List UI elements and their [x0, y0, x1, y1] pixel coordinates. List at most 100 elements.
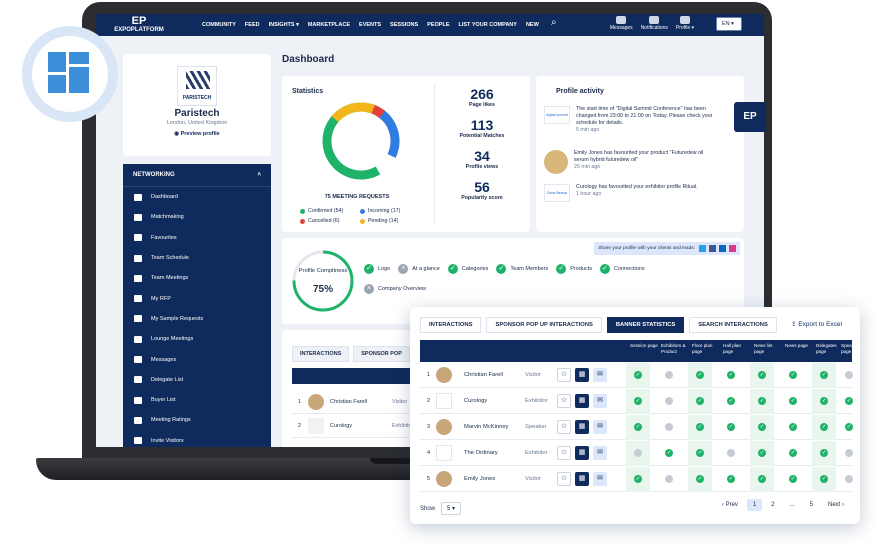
row-role: Visitor [525, 372, 542, 378]
company-logo [436, 445, 452, 461]
favourite-star-icon[interactable]: ☆ [557, 368, 571, 382]
nav-item[interactable]: PEOPLE [427, 22, 449, 28]
check-icon: ✓ [600, 264, 611, 274]
column-header: News page [785, 343, 808, 348]
message-icon[interactable]: ✉ [593, 394, 607, 408]
sidebar-item-label: Dashboard [151, 194, 178, 201]
instagram-icon[interactable] [729, 245, 736, 252]
ep-badge[interactable]: EP [734, 102, 766, 132]
sidebar-item-label: Invite Visitors [151, 437, 184, 444]
expoplatform-logo[interactable]: EP EXPOPLATFORM [96, 14, 182, 36]
sidebar-item[interactable]: Messages [123, 349, 271, 369]
bell-icon [649, 16, 660, 24]
pagination-item[interactable]: 1 [746, 499, 763, 511]
pagination-item[interactable]: Next › [822, 499, 850, 511]
calendar-icon[interactable]: ▦ [575, 472, 589, 486]
row-name[interactable]: Marvin McKinney [464, 424, 508, 430]
messages-icon [616, 16, 627, 24]
sidebar-section-header[interactable]: NETWORKING ˄ [123, 164, 271, 187]
activity-item[interactable]: Emily Jones has favourited your product … [544, 150, 714, 174]
message-icon[interactable]: ✉ [593, 368, 607, 382]
activity-item[interactable]: digital summit The start time of "Digital… [544, 106, 714, 133]
calendar-icon[interactable]: ▦ [575, 368, 589, 382]
preview-profile-link[interactable]: ◉ Preview profile [123, 131, 271, 137]
sidebar-item[interactable]: Team Meetings [123, 268, 271, 288]
sidebar-item[interactable]: Invite Visitors [123, 431, 271, 447]
pagination-item[interactable]: 2 [765, 499, 780, 511]
nav-icon-0[interactable]: Messages [610, 16, 633, 31]
bg-tab[interactable]: INTERACTIONS [292, 346, 350, 362]
checklist-label: Team Members [510, 266, 549, 272]
panel-tab[interactable]: SEARCH INTERACTIONS [689, 317, 777, 333]
nav-item[interactable]: SESSIONS [390, 22, 418, 28]
row-name: Curology [330, 423, 353, 429]
checklist-label: Connections [614, 266, 645, 272]
nav-item[interactable]: LIST YOUR COMPANY [458, 22, 516, 28]
activity-text: The start time of "Digital Summit Confer… [576, 106, 713, 126]
check-icon: ✓ [758, 423, 766, 431]
sidebar-item[interactable]: Team Schedule [123, 248, 271, 268]
search-icon[interactable]: ⌕ [551, 17, 557, 28]
stat-label: Page likes [469, 102, 495, 108]
message-icon[interactable]: ✉ [593, 420, 607, 434]
sidebar-item[interactable]: My RFP [123, 288, 271, 308]
checklist-item: × Company Overview [364, 284, 426, 294]
sidebar-item-icon [134, 437, 142, 445]
nav-icon-1[interactable]: Notifications [641, 16, 668, 31]
legend-dot [360, 218, 365, 224]
sidebar-item[interactable]: Favourites [123, 228, 271, 248]
grid-icon [48, 52, 66, 72]
message-icon[interactable]: ✉ [593, 446, 607, 460]
statistics-title: Statistics [292, 88, 324, 95]
sidebar-item[interactable]: My Sample Requests [123, 309, 271, 329]
sidebar-item[interactable]: Matchmaking [123, 207, 271, 227]
row-name[interactable]: Christian Farell [464, 372, 503, 378]
checklist-label: Company Overview [378, 286, 426, 292]
page-size-select[interactable]: 5 ▾ [441, 502, 462, 515]
panel-tab[interactable]: SPONSOR POP UP INTERACTIONS [486, 317, 602, 333]
nav-icon-2[interactable]: Profile ▾ [676, 16, 694, 31]
sidebar-item[interactable]: Buyer List [123, 390, 271, 410]
row-name[interactable]: Curology [464, 398, 487, 404]
favourite-star-icon[interactable]: ☆ [557, 394, 571, 408]
panel-tab[interactable]: INTERACTIONS [420, 317, 482, 333]
row-name[interactable]: Emily Jones [464, 476, 495, 482]
check-icon: ✓ [820, 475, 828, 483]
sidebar-item[interactable]: Meeting Ratings [123, 410, 271, 430]
nav-item[interactable]: EVENTS [359, 22, 381, 28]
language-select[interactable]: EN ▾ [716, 17, 742, 31]
check-icon: ✓ [789, 449, 797, 457]
favourite-star-icon[interactable]: ☆ [557, 472, 571, 486]
sidebar-item-icon [134, 193, 142, 201]
activity-item[interactable]: Gene Beauty Curology has favourited your … [544, 184, 714, 202]
panel-tab[interactable]: BANNER STATISTICS [606, 317, 685, 333]
bg-tab[interactable]: SPONSOR POP [353, 346, 410, 362]
activity-logo: digital summit [544, 106, 570, 124]
nav-item[interactable]: INSIGHTS ▾ [269, 22, 299, 28]
nav-item[interactable]: FEED [245, 22, 260, 28]
linkedin-icon[interactable] [719, 245, 726, 252]
sidebar-item[interactable]: Delegate List [123, 370, 271, 390]
calendar-icon[interactable]: ▦ [575, 420, 589, 434]
nav-item[interactable]: MARKETPLACE [308, 22, 350, 28]
calendar-icon[interactable]: ▦ [575, 394, 589, 408]
pagination-item[interactable]: 5 [804, 499, 819, 511]
row-name[interactable]: The Ordinary [464, 450, 498, 456]
row-number: 1 [298, 399, 302, 405]
check-icon: ✓ [820, 449, 828, 457]
checklist-label: Products [570, 266, 593, 272]
nav-item[interactable]: NEW [526, 22, 539, 28]
favourite-star-icon[interactable]: ☆ [557, 446, 571, 460]
calendar-icon[interactable]: ▦ [575, 446, 589, 460]
pagination-item[interactable]: ‹ Prev [716, 499, 744, 511]
nav-item[interactable]: COMMUNITY [202, 22, 236, 28]
sidebar-item[interactable]: Dashboard [123, 187, 271, 207]
favourite-star-icon[interactable]: ☆ [557, 420, 571, 434]
message-icon[interactable]: ✉ [593, 472, 607, 486]
sidebar-item[interactable]: Lounge Meetings [123, 329, 271, 349]
twitter-icon[interactable] [699, 245, 706, 252]
activity-time: 25 min ago [574, 164, 601, 170]
facebook-icon[interactable] [709, 245, 716, 252]
export-excel-button[interactable]: ⇪ Export to Excel [791, 320, 842, 328]
row-role: Exhibitor [525, 450, 548, 456]
